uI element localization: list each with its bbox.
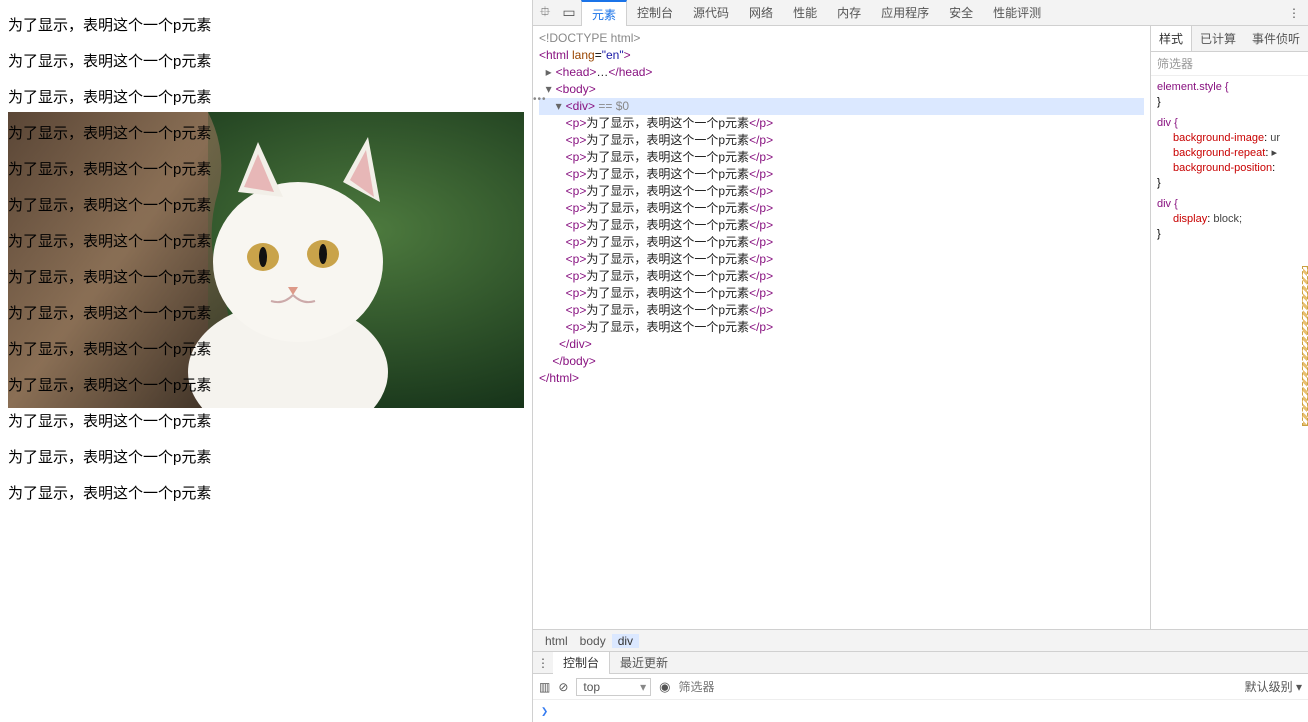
css-declaration[interactable]: background-image: ur — [1157, 131, 1302, 146]
dom-p-node[interactable]: <p>为了显示，表明这个一个p元素</p> — [539, 183, 1144, 200]
styles-tab-样式[interactable]: 样式 — [1151, 26, 1192, 51]
dom-p-node[interactable]: <p>为了显示，表明这个一个p元素</p> — [539, 166, 1144, 183]
gutter-overflow-icon: ••• — [533, 94, 547, 105]
rendered-paragraph: 为了显示，表明这个一个p元素 — [8, 152, 524, 188]
sidebar-toggle-icon[interactable]: ▥ — [539, 680, 550, 694]
rendered-paragraph: 为了显示，表明这个一个p元素 — [8, 296, 524, 332]
rendered-paragraph: 为了显示，表明这个一个p元素 — [8, 44, 524, 80]
styles-tab-已计算[interactable]: 已计算 — [1192, 26, 1244, 51]
styles-tab-事件侦听[interactable]: 事件侦听 — [1244, 26, 1308, 51]
dom-p-node[interactable]: <p>为了显示，表明这个一个p元素</p> — [539, 319, 1144, 336]
breadcrumb-div[interactable]: div — [612, 634, 639, 648]
dom-p-node[interactable]: <p>为了显示，表明这个一个p元素</p> — [539, 149, 1144, 166]
devtools-tab-网络[interactable]: 网络 — [739, 0, 783, 26]
rendered-paragraph: 为了显示，表明这个一个p元素 — [8, 368, 524, 404]
dom-p-node[interactable]: <p>为了显示，表明这个一个p元素</p> — [539, 302, 1144, 319]
devtools-panel: ⯐ ▭ 元素控制台源代码网络性能内存应用程序安全性能评测 ⋮ ••• <!DOC… — [532, 0, 1308, 722]
dom-p-node[interactable]: <p>为了显示，表明这个一个p元素</p> — [539, 200, 1144, 217]
devtools-tab-源代码[interactable]: 源代码 — [683, 0, 739, 26]
rendered-paragraph: 为了显示，表明这个一个p元素 — [8, 440, 524, 476]
styles-pane: 样式已计算事件侦听 筛选器 element.style { } div { ba… — [1150, 26, 1308, 629]
drawer-tab-控制台[interactable]: 控制台 — [553, 652, 610, 674]
styles-filter[interactable]: 筛选器 — [1151, 52, 1308, 76]
breadcrumb-body[interactable]: body — [574, 634, 612, 648]
rendered-paragraph: 为了显示，表明这个一个p元素 — [8, 404, 524, 440]
live-expression-icon[interactable]: ◉ — [659, 679, 670, 695]
css-declaration[interactable]: display: block; — [1157, 212, 1302, 227]
rendered-paragraph: 为了显示，表明这个一个p元素 — [8, 188, 524, 224]
css-declaration[interactable]: background-position: — [1157, 161, 1302, 176]
dom-tree[interactable]: ••• <!DOCTYPE html> <html lang="en"> ▸<h… — [533, 26, 1150, 629]
devtools-tab-元素[interactable]: 元素 — [581, 0, 627, 26]
dom-p-node[interactable]: <p>为了显示，表明这个一个p元素</p> — [539, 217, 1144, 234]
rendered-paragraph: 为了显示，表明这个一个p元素 — [8, 116, 524, 152]
device-toolbar-icon[interactable]: ▭ — [557, 4, 581, 21]
overflow-icon[interactable]: ⋮ — [1280, 6, 1308, 20]
dom-p-node[interactable]: <p>为了显示，表明这个一个p元素</p> — [539, 285, 1144, 302]
log-level-selector[interactable]: 默认级别 ▾ — [1245, 678, 1302, 695]
breadcrumb-html[interactable]: html — [539, 634, 574, 648]
box-model-preview — [1302, 266, 1308, 426]
drawer: ⋮ 控制台最近更新 ▥ ⊘ top ◉ 默认级别 ▾ ❯ — [533, 651, 1308, 722]
clear-console-icon[interactable]: ⊘ — [558, 680, 568, 694]
rendered-page: 为了显示，表明这个一个p元素为了显示，表明这个一个p元素为了显示，表明这个一个p… — [0, 0, 532, 722]
dom-p-node[interactable]: <p>为了显示，表明这个一个p元素</p> — [539, 268, 1144, 285]
devtools-tab-内存[interactable]: 内存 — [827, 0, 871, 26]
devtools-tab-性能评测[interactable]: 性能评测 — [983, 0, 1051, 26]
rendered-paragraph: 为了显示，表明这个一个p元素 — [8, 80, 524, 116]
css-declaration[interactable]: background-repeat: ▸ — [1157, 146, 1302, 161]
drawer-tab-最近更新[interactable]: 最近更新 — [610, 652, 678, 674]
console-prompt[interactable]: ❯ — [533, 700, 1308, 722]
devtools-tab-安全[interactable]: 安全 — [939, 0, 983, 26]
breadcrumb[interactable]: htmlbodydiv — [533, 629, 1308, 651]
drawer-menu-icon[interactable]: ⋮ — [533, 656, 553, 670]
devtools-tabs: ⯐ ▭ 元素控制台源代码网络性能内存应用程序安全性能评测 ⋮ — [533, 0, 1308, 26]
dom-p-node[interactable]: <p>为了显示，表明这个一个p元素</p> — [539, 115, 1144, 132]
dom-p-node[interactable]: <p>为了显示，表明这个一个p元素</p> — [539, 251, 1144, 268]
rendered-paragraph: 为了显示，表明这个一个p元素 — [8, 8, 524, 44]
devtools-tab-应用程序[interactable]: 应用程序 — [871, 0, 939, 26]
rendered-paragraph: 为了显示，表明这个一个p元素 — [8, 332, 524, 368]
context-selector[interactable]: top — [576, 678, 651, 696]
rendered-paragraph: 为了显示，表明这个一个p元素 — [8, 476, 524, 512]
rendered-paragraph: 为了显示，表明这个一个p元素 — [8, 260, 524, 296]
console-filter-input[interactable] — [678, 680, 878, 694]
inspect-icon[interactable]: ⯐ — [533, 1, 557, 25]
devtools-tab-控制台[interactable]: 控制台 — [627, 0, 683, 26]
dom-p-node[interactable]: <p>为了显示，表明这个一个p元素</p> — [539, 132, 1144, 149]
devtools-tab-性能[interactable]: 性能 — [783, 0, 827, 26]
dom-p-node[interactable]: <p>为了显示，表明这个一个p元素</p> — [539, 234, 1144, 251]
rendered-paragraph: 为了显示，表明这个一个p元素 — [8, 224, 524, 260]
